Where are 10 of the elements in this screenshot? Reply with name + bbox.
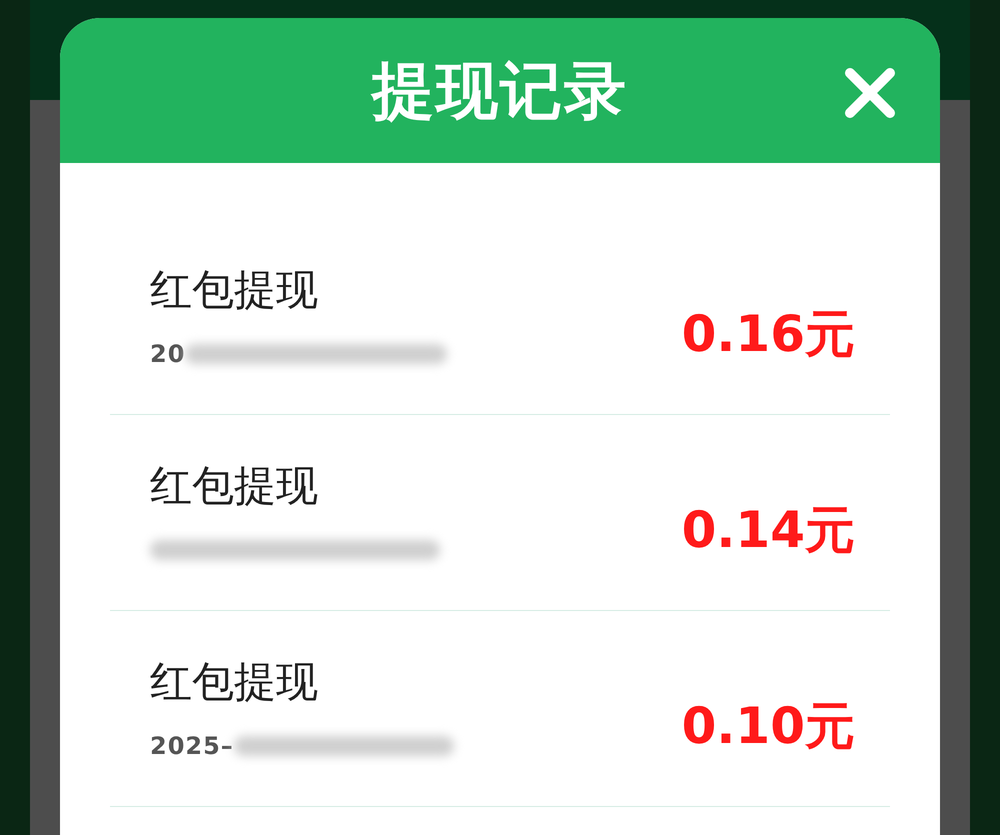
record-title: 红包提现 [150, 264, 319, 316]
close-icon [844, 67, 896, 119]
record-amount: 0.16元 [682, 304, 855, 365]
record-date: 20 [150, 340, 186, 368]
record-amount: 0.10元 [682, 696, 855, 757]
record-title: 红包提现 [150, 460, 319, 512]
record-amount: 0.14元 [682, 500, 855, 561]
record-date: 2025– [150, 732, 234, 760]
dialog-title: 提现记录 [372, 52, 628, 128]
record-title: 红包提现 [150, 656, 319, 708]
